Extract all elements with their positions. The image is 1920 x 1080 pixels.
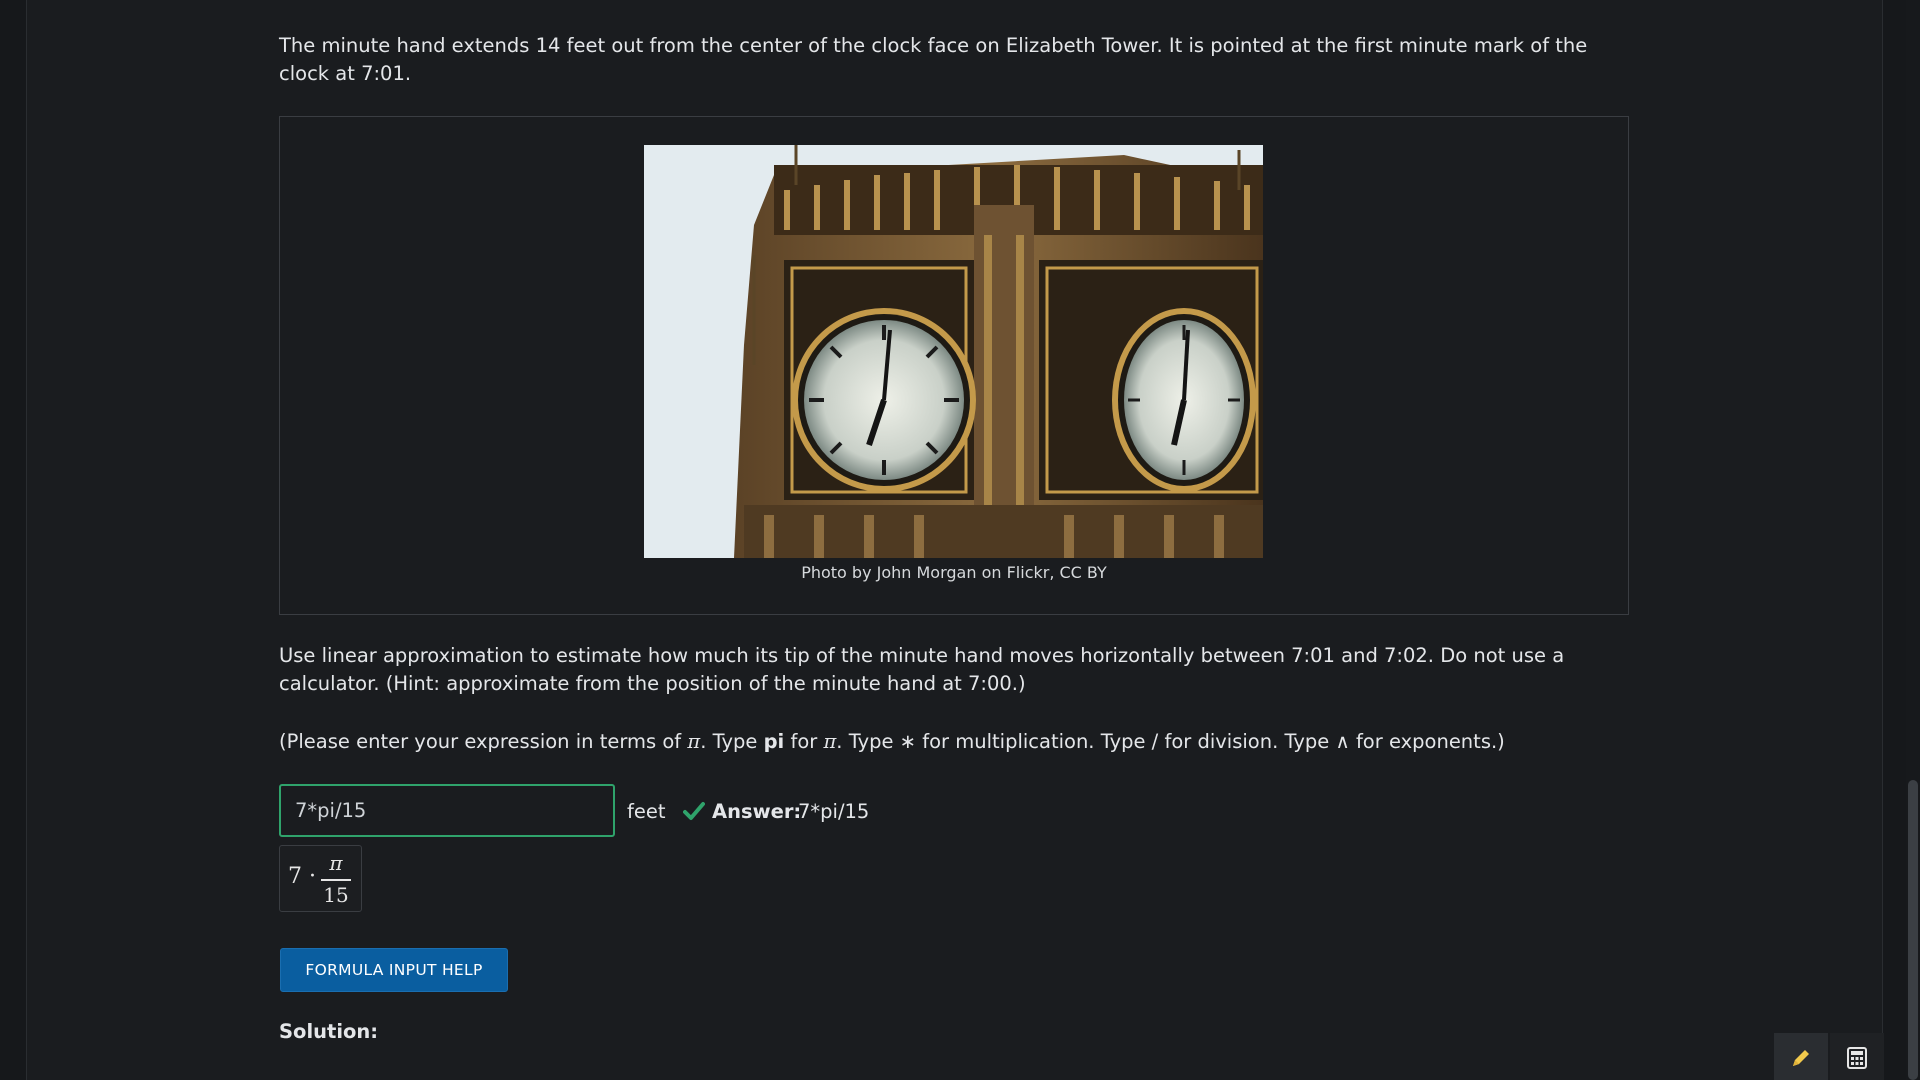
- preview-denominator: 15: [323, 883, 349, 907]
- scrollbar-thumb[interactable]: [1908, 780, 1918, 1080]
- question-text: Use linear approximation to estimate how…: [279, 644, 1565, 695]
- tower-photo: [644, 145, 1263, 558]
- instructions-prefix: (Please enter your expression in terms o…: [279, 730, 688, 753]
- image-figure: Photo by John Morgan on Flickr, CC BY: [279, 116, 1629, 615]
- instructions-text: (Please enter your expression in terms o…: [279, 728, 1629, 756]
- check-icon: [683, 802, 705, 820]
- calculator-button[interactable]: [1830, 1033, 1884, 1080]
- problem-question: Use linear approximation to estimate how…: [279, 642, 1629, 698]
- instructions-mid1: . Type: [700, 730, 764, 753]
- preview-numerator: π: [329, 851, 343, 875]
- answer-input[interactable]: [279, 784, 615, 837]
- math-preview: 7 · π 15: [279, 845, 362, 912]
- answer-label: Answer:: [712, 800, 802, 823]
- unit-label: feet: [627, 800, 666, 823]
- preview-fraction: π 15: [321, 851, 351, 907]
- problem-intro: The minute hand extends 14 feet out from…: [279, 32, 1629, 88]
- pi-symbol-2: π: [823, 730, 837, 753]
- fraction-bar: [321, 879, 351, 881]
- preview-coefficient: 7 ·: [288, 864, 316, 889]
- solution-heading: Solution:: [279, 1020, 379, 1043]
- formula-input-help-button[interactable]: FORMULA INPUT HELP: [280, 948, 508, 992]
- scratchpad-button[interactable]: [1774, 1033, 1828, 1080]
- input-instructions: (Please enter your expression in terms o…: [279, 728, 1629, 756]
- image-caption: Photo by John Morgan on Flickr, CC BY: [801, 563, 1107, 582]
- problem-text: The minute hand extends 14 feet out from…: [279, 34, 1588, 85]
- instructions-mid2: for: [784, 730, 824, 753]
- vertical-scrollbar[interactable]: [1906, 0, 1920, 1080]
- instructions-rest: . Type ∗ for multiplication. Type / for …: [836, 730, 1505, 753]
- correct-answer-value: 7*pi/15: [798, 800, 870, 823]
- pencil-icon: [1793, 1050, 1809, 1066]
- calculator-icon: [1847, 1047, 1867, 1069]
- pi-symbol: π: [687, 730, 701, 753]
- pi-word: pi: [763, 730, 785, 753]
